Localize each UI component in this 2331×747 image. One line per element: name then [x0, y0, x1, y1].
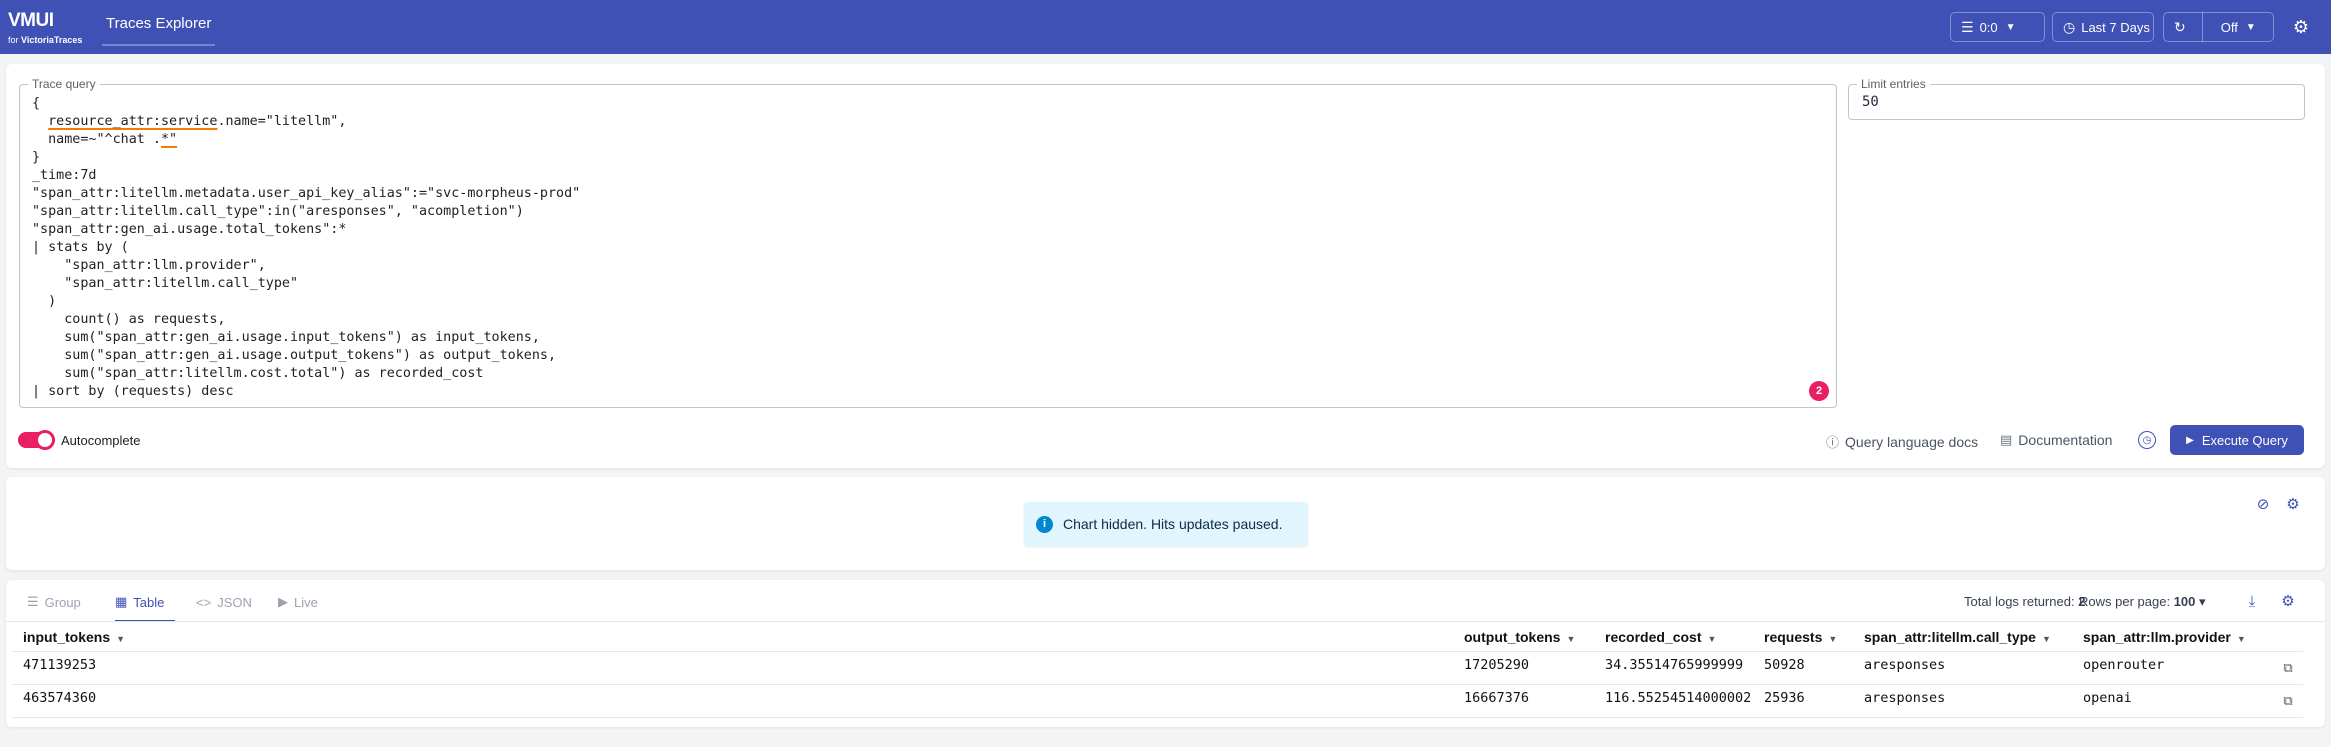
code-icon: <> — [196, 594, 212, 610]
refresh-icon[interactable]: ↻ — [2174, 19, 2186, 36]
tab-json[interactable]: <> JSON — [196, 582, 252, 622]
logo-title: VMUI — [8, 10, 54, 31]
document-icon: ▤ — [2000, 432, 2013, 447]
trace-query-label: Trace query — [28, 77, 100, 91]
limit-entries-field[interactable]: Limit entries 50 — [1848, 77, 2305, 120]
chart-hidden-notice: i Chart hidden. Hits updates paused. — [1024, 502, 1308, 546]
auto-refresh-control[interactable]: ↻ Off ▼ — [2163, 12, 2274, 42]
header-divider — [12, 651, 2303, 652]
query-history-clock-icon[interactable]: ◷ — [2138, 431, 2156, 449]
chevron-down-icon: ▼ — [2005, 21, 2016, 33]
cell-requests: 25936 — [1764, 690, 1805, 706]
chevron-down-icon: ▼ — [2245, 21, 2256, 33]
column-header-recorded-cost[interactable]: recorded_cost ▼ — [1605, 629, 1716, 645]
columns-selector-button[interactable]: ☰ 0:0 ▼ — [1950, 12, 2045, 42]
tab-label: Table — [133, 594, 165, 610]
chart-hidden-text: Chart hidden. Hits updates paused. — [1063, 516, 1283, 532]
app-header: VMUI for VictoriaTraces Traces Explorer … — [0, 0, 2331, 54]
chart-settings-gear-icon[interactable]: ⚙ — [2283, 494, 2303, 514]
cell-output-tokens: 17205290 — [1464, 657, 1530, 673]
play-icon: ▶ — [2186, 434, 2194, 446]
trace-query-editor[interactable]: Trace query { resource_attr:service.name… — [19, 77, 1837, 408]
info-icon: i — [1036, 515, 1053, 533]
execute-query-label: Execute Query — [2201, 432, 2288, 448]
refresh-interval-label: Off — [2220, 19, 2238, 35]
time-range-label: Last 7 Days — [2081, 19, 2150, 35]
toggle-knob — [35, 430, 55, 450]
column-header-input-tokens[interactable]: input_tokens ▼ — [23, 629, 125, 645]
divider — [2201, 12, 2203, 42]
documentation-label: Documentation — [2018, 432, 2113, 448]
autocomplete-label: Autocomplete — [61, 433, 141, 448]
tab-table[interactable]: ▦ Table — [115, 582, 175, 622]
time-range-button[interactable]: ◷ Last 7 Days — [2052, 12, 2154, 42]
tab-label: JSON — [217, 594, 252, 610]
column-header-call-type[interactable]: span_attr:litellm.call_type ▼ — [1864, 629, 2051, 645]
play-icon: ▶ — [278, 594, 288, 609]
column-header-output-tokens[interactable]: output_tokens ▼ — [1464, 629, 1575, 645]
query-docs-label: Query language docs — [1845, 433, 1979, 450]
cell-input-tokens: 471139253 — [23, 657, 97, 673]
limit-entries-value[interactable]: 50 — [1862, 94, 1879, 110]
rows-per-page-select[interactable]: Rows per page: 100 ▾ — [2079, 594, 2206, 610]
columns-icon: ☰ — [1961, 18, 1974, 35]
clock-icon: ◷ — [2063, 18, 2076, 35]
cell-input-tokens: 463574360 — [23, 690, 97, 706]
cell-output-tokens: 16667376 — [1464, 690, 1530, 706]
row-divider — [12, 684, 2303, 685]
list-icon: ☰ — [27, 594, 39, 609]
tab-label: Live — [294, 594, 318, 610]
query-language-docs-link[interactable]: ⓘ Query language docs — [1826, 432, 1978, 451]
columns-label: 0:0 — [1979, 19, 1998, 35]
cell-recorded-cost: 116.55254514000002 — [1605, 690, 1752, 706]
table-icon: ▦ — [115, 594, 128, 609]
tab-group[interactable]: ☰ Group — [27, 582, 87, 622]
column-header-requests[interactable]: requests ▼ — [1764, 629, 1837, 645]
cell-llm-provider: openrouter — [2083, 657, 2165, 673]
settings-gear-icon[interactable]: ⚙ — [2288, 14, 2314, 40]
cell-requests: 50928 — [1764, 657, 1805, 673]
limit-entries-label: Limit entries — [1857, 77, 1930, 91]
row-divider — [12, 717, 2303, 718]
cell-llm-provider: openai — [2083, 690, 2132, 706]
nav-tab-traces-explorer[interactable]: Traces Explorer — [96, 0, 221, 46]
column-header-llm-provider[interactable]: span_attr:llm.provider ▼ — [2083, 629, 2246, 645]
autocomplete-toggle[interactable] — [18, 430, 55, 450]
cell-call-type: aresponses — [1864, 657, 1946, 673]
cell-call-type: aresponses — [1864, 690, 1946, 706]
tab-live[interactable]: ▶ Live — [278, 582, 328, 622]
documentation-link[interactable]: ▤ Documentation — [2000, 432, 2112, 448]
total-logs-returned: Total logs returned: 2 — [1964, 594, 2086, 609]
execute-query-button[interactable]: ▶ Execute Query — [2170, 425, 2304, 455]
trace-query-text[interactable]: { resource_attr:service.name="litellm", … — [32, 95, 580, 401]
tab-label: Group — [44, 594, 81, 610]
error-count-badge[interactable]: 2 — [1809, 381, 1829, 401]
info-icon: ⓘ — [1826, 435, 1840, 450]
eye-off-icon[interactable]: ⊘ — [2253, 494, 2273, 514]
table-settings-gear-icon[interactable]: ⚙ — [2278, 591, 2298, 611]
divider — [6, 621, 2325, 622]
vmui-logo[interactable]: VMUI for VictoriaTraces — [8, 8, 84, 48]
cell-recorded-cost: 34.35514765999999 — [1605, 657, 1744, 673]
logo-subtitle: for VictoriaTraces — [8, 35, 83, 45]
copy-row-icon[interactable]: ⧉ — [2281, 660, 2295, 675]
download-icon[interactable]: ⤓ — [2242, 591, 2262, 611]
copy-row-icon[interactable]: ⧉ — [2281, 693, 2295, 708]
